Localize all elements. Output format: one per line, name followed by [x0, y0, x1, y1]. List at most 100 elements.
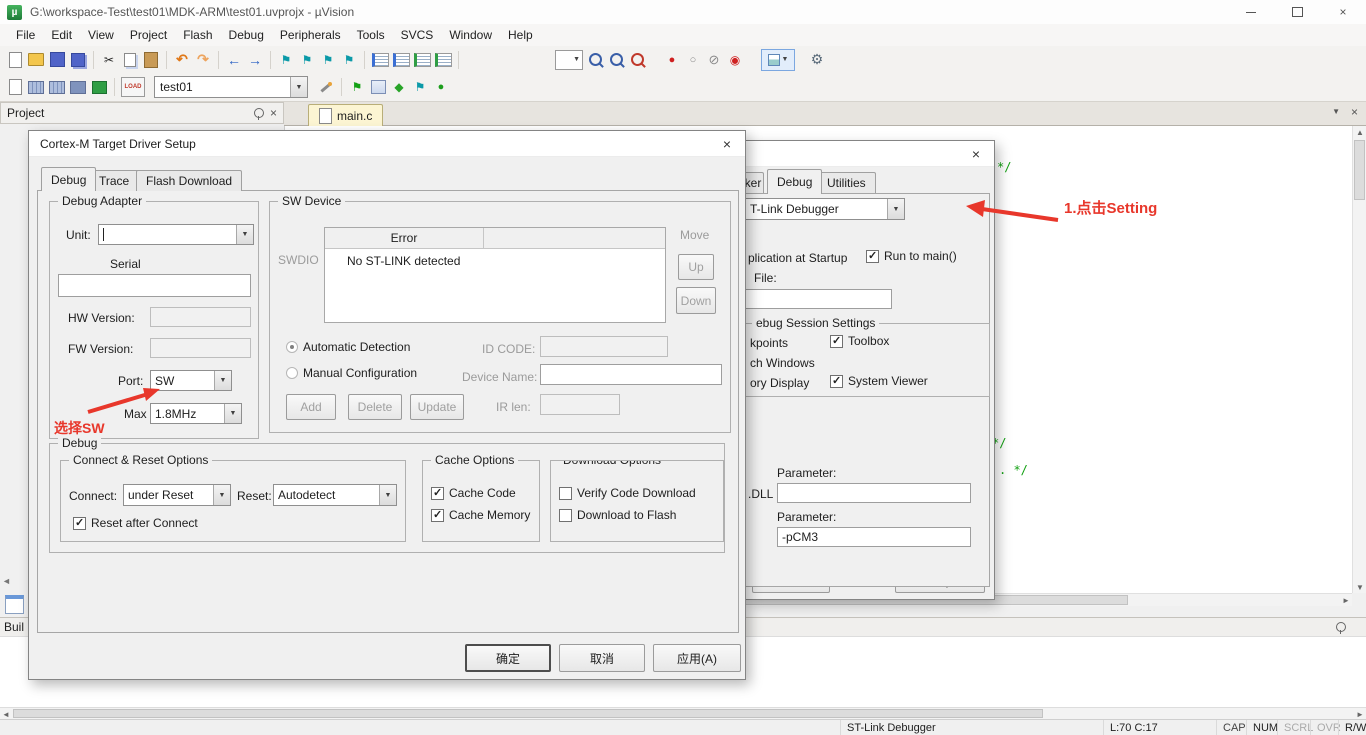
checkbox-icon[interactable] [559, 486, 572, 500]
rebuild-icon[interactable] [48, 78, 66, 96]
debugger-select[interactable]: T-Link Debugger [746, 198, 905, 220]
device-name-field[interactable] [540, 364, 722, 385]
target-select[interactable]: test01 [154, 76, 308, 98]
system-viewer-checkbox[interactable]: System Viewer [830, 374, 928, 388]
close-icon[interactable]: × [1320, 0, 1366, 24]
radio-icon[interactable] [286, 341, 298, 353]
breakpoint-kill-icon[interactable]: ⊘ [705, 51, 723, 69]
unit-select[interactable] [98, 224, 254, 245]
scroll-left-icon[interactable]: ◄ [2, 576, 11, 586]
navigate-forward-icon[interactable]: → [246, 51, 264, 69]
radio-icon[interactable] [286, 367, 298, 379]
serial-field[interactable] [58, 274, 251, 297]
menu-item-tools[interactable]: Tools [349, 24, 393, 46]
bookmark-next-icon[interactable]: ⚑ [319, 51, 337, 69]
device-table[interactable]: Error No ST-LINK detected [324, 227, 666, 323]
toolbox-checkbox[interactable]: Toolbox [830, 334, 889, 348]
scroll-down-icon[interactable]: ▼ [1353, 581, 1366, 593]
chevron-down-icon[interactable] [236, 225, 253, 244]
window-layout-select[interactable] [761, 48, 795, 71]
paste-icon[interactable] [142, 51, 160, 69]
update-button[interactable]: Update [410, 394, 464, 420]
checkbox-icon[interactable] [830, 374, 843, 388]
manage-items-icon[interactable] [369, 78, 387, 96]
run-to-main-checkbox[interactable]: Run to main() [866, 249, 957, 263]
pack-installer-icon[interactable]: ● [432, 78, 450, 96]
menu-item-project[interactable]: Project [122, 24, 175, 46]
automatic-detection-radio[interactable]: Automatic Detection [286, 340, 410, 354]
incremental-find-icon[interactable] [628, 51, 646, 69]
redo-icon[interactable]: ↷ [194, 51, 212, 69]
find-icon[interactable] [607, 51, 625, 69]
bookmark-prev-icon[interactable]: ⚑ [298, 51, 316, 69]
target-options-icon[interactable] [317, 78, 335, 96]
parameter-field-1[interactable] [777, 483, 971, 503]
download-to-flash-checkbox[interactable]: Download to Flash [559, 508, 676, 522]
menu-item-help[interactable]: Help [500, 24, 541, 46]
unindent-icon[interactable] [371, 51, 389, 69]
cache-memory-checkbox[interactable]: Cache Memory [431, 508, 530, 522]
scroll-thumb[interactable] [1354, 140, 1365, 200]
checkbox-icon[interactable] [559, 508, 572, 522]
indent-icon[interactable] [392, 51, 410, 69]
menu-item-file[interactable]: File [8, 24, 43, 46]
navigate-back-icon[interactable]: ← [225, 51, 243, 69]
move-up-button[interactable]: Up [678, 254, 714, 280]
close-icon[interactable]: × [1351, 105, 1358, 119]
breakpoint-disable-icon[interactable]: ○ [684, 51, 702, 69]
comment-icon[interactable] [413, 51, 431, 69]
open-folder-icon[interactable] [27, 51, 45, 69]
ok-button[interactable]: 确定 [465, 644, 551, 672]
verify-code-download-checkbox[interactable]: Verify Code Download [559, 486, 696, 500]
menu-item-edit[interactable]: Edit [43, 24, 80, 46]
bookmark-toggle-icon[interactable]: ⚑ [277, 51, 295, 69]
add-button[interactable]: Add [286, 394, 336, 420]
scroll-thumb[interactable] [13, 709, 1043, 718]
close-icon[interactable]: × [715, 135, 739, 153]
tab-main-c[interactable]: main.c [308, 104, 384, 126]
stop-build-icon[interactable] [90, 78, 108, 96]
editor-vscrollbar[interactable]: ▲ ▼ [1352, 126, 1366, 593]
batch-build-icon[interactable] [69, 78, 87, 96]
configure-icon[interactable]: ⚙ [808, 51, 826, 69]
save-all-icon[interactable] [69, 51, 87, 69]
save-icon[interactable] [48, 51, 66, 69]
copy-icon[interactable] [121, 51, 139, 69]
uncomment-icon[interactable] [434, 51, 452, 69]
reset-after-connect-checkbox[interactable]: Reset after Connect [73, 516, 198, 530]
pane-tab-icon[interactable] [5, 595, 24, 614]
translate-icon[interactable] [6, 78, 24, 96]
new-file-icon[interactable] [6, 51, 24, 69]
checkbox-icon[interactable] [431, 508, 444, 522]
close-icon[interactable]: × [270, 106, 277, 120]
chevron-down-icon[interactable] [224, 404, 241, 423]
build-icon[interactable] [27, 78, 45, 96]
file-extensions-icon[interactable]: ⚑ [348, 78, 366, 96]
init-file-field[interactable] [746, 289, 892, 309]
cancel-button[interactable]: 取消 [559, 644, 645, 672]
runtime-environment-icon[interactable]: ◆ [390, 78, 408, 96]
checkbox-icon[interactable] [866, 249, 879, 263]
menu-item-window[interactable]: Window [441, 24, 500, 46]
chevron-down-icon[interactable] [214, 371, 231, 390]
reset-select[interactable]: Autodetect [273, 484, 397, 506]
load-to-flash-icon[interactable]: LOAD [121, 77, 145, 97]
cache-code-checkbox[interactable]: Cache Code [431, 486, 516, 500]
parameter-field-2[interactable]: -pCM3 [777, 527, 971, 547]
menu-item-svcs[interactable]: SVCS [393, 24, 442, 46]
pin-icon[interactable] [1336, 622, 1346, 634]
chevron-down-icon[interactable] [213, 485, 230, 505]
scroll-up-icon[interactable]: ▲ [1353, 126, 1366, 138]
manual-configuration-radio[interactable]: Manual Configuration [286, 366, 417, 380]
cut-icon[interactable]: ✂ [100, 51, 118, 69]
menu-item-peripherals[interactable]: Peripherals [272, 24, 349, 46]
tab-utilities[interactable]: Utilities [817, 172, 876, 193]
pack-flag-icon[interactable]: ⚑ [411, 78, 429, 96]
tab-flash-download[interactable]: Flash Download [136, 170, 243, 191]
chevron-down-icon[interactable] [379, 485, 396, 505]
breakpoint-clear-all-icon[interactable]: ◉ [726, 51, 744, 69]
tab-trace[interactable]: Trace [89, 170, 140, 191]
close-icon[interactable]: × [964, 145, 988, 163]
max-clock-select[interactable]: 1.8MHz [150, 403, 242, 424]
maximize-icon[interactable] [1274, 0, 1320, 24]
